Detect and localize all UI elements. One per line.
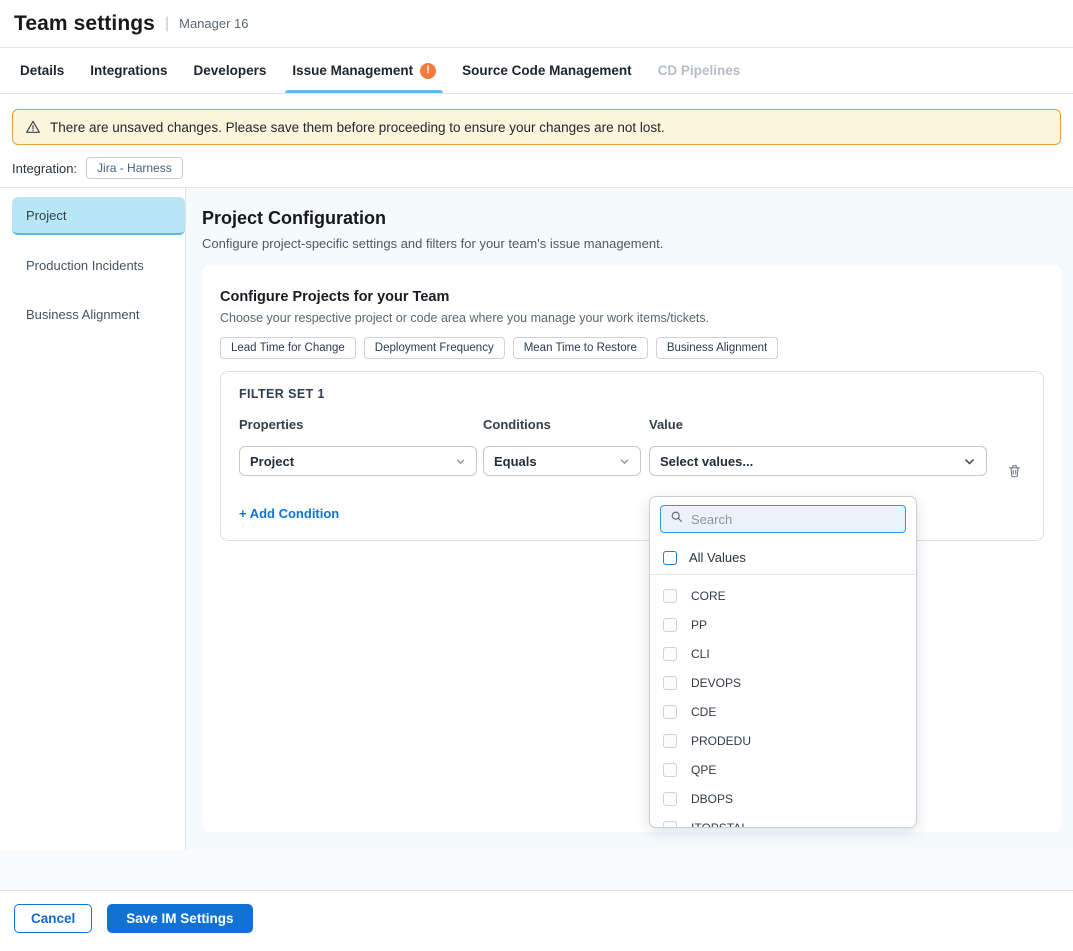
value-multiselect[interactable]: Select values...	[649, 446, 987, 476]
tab-source-code-management[interactable]: Source Code Management	[462, 48, 632, 93]
properties-column-label: Properties	[239, 417, 477, 432]
delete-filter-button[interactable]	[1005, 461, 1024, 484]
conditions-column-label: Conditions	[483, 417, 641, 432]
tab-issue-management[interactable]: Issue Management !	[292, 48, 436, 93]
value-column-label: Value	[649, 417, 987, 432]
option-checkbox[interactable]	[663, 676, 677, 690]
option-cde[interactable]: CDE	[650, 697, 916, 726]
settings-tabbar: Details Integrations Developers Issue Ma…	[0, 48, 1073, 94]
tab-developers[interactable]: Developers	[194, 48, 267, 93]
option-dbops[interactable]: DBOPS	[650, 784, 916, 813]
unsaved-changes-banner: There are unsaved changes. Please save t…	[12, 109, 1061, 145]
integration-label: Integration:	[12, 161, 77, 176]
sidebar-item-business-alignment[interactable]: Business Alignment	[12, 295, 185, 333]
tab-details[interactable]: Details	[20, 48, 64, 93]
page-header: Team settings | Manager 16	[0, 0, 1073, 48]
unsaved-changes-badge-icon: !	[420, 63, 436, 79]
team-name-label: Manager 16	[179, 16, 248, 31]
option-checkbox[interactable]	[663, 821, 677, 829]
search-input[interactable]	[691, 512, 896, 527]
integration-chip[interactable]: Jira - Harness	[86, 157, 183, 179]
settings-sidebar: Project Production Incidents Business Al…	[0, 188, 186, 850]
option-checkbox[interactable]	[663, 792, 677, 806]
tab-integrations[interactable]: Integrations	[90, 48, 167, 93]
chip-lead-time-for-change[interactable]: Lead Time for Change	[220, 337, 356, 359]
option-checkbox[interactable]	[663, 734, 677, 748]
properties-select[interactable]: Project	[239, 446, 477, 476]
search-icon	[670, 510, 683, 528]
banner-text: There are unsaved changes. Please save t…	[50, 120, 665, 135]
save-im-settings-button[interactable]: Save IM Settings	[107, 904, 252, 933]
option-checkbox[interactable]	[663, 647, 677, 661]
main-panel: Project Configuration Configure project-…	[186, 188, 1073, 850]
all-values-option[interactable]: All Values	[650, 541, 916, 575]
value-dropdown-panel: All Values CORE PP CLI DEVOPS CDE PRODED…	[649, 496, 917, 828]
filter-row: Properties Project Conditions Equals	[239, 417, 1025, 484]
metric-chip-row: Lead Time for Change Deployment Frequenc…	[220, 337, 1044, 359]
conditions-select[interactable]: Equals	[483, 446, 641, 476]
option-cli[interactable]: CLI	[650, 639, 916, 668]
section-title: Project Configuration	[202, 208, 1062, 229]
page-title: Team settings	[14, 12, 155, 36]
footer-actions: Cancel Save IM Settings	[0, 890, 1073, 949]
section-subtitle: Configure project-specific settings and …	[202, 236, 1062, 251]
footer-gap	[0, 850, 1073, 890]
title-separator: |	[165, 15, 169, 33]
trash-icon	[1007, 463, 1022, 482]
add-condition-button[interactable]: + Add Condition	[239, 506, 339, 521]
chip-business-alignment[interactable]: Business Alignment	[656, 337, 778, 359]
option-qpe[interactable]: QPE	[650, 755, 916, 784]
card-subtitle: Choose your respective project or code a…	[220, 311, 1044, 325]
sidebar-item-project[interactable]: Project	[12, 197, 185, 235]
content-area: Project Production Incidents Business Al…	[0, 187, 1073, 850]
cancel-button[interactable]: Cancel	[14, 904, 92, 933]
all-values-checkbox[interactable]	[663, 551, 677, 565]
option-devops[interactable]: DEVOPS	[650, 668, 916, 697]
option-checkbox[interactable]	[663, 589, 677, 603]
banner-container: There are unsaved changes. Please save t…	[0, 94, 1073, 145]
dropdown-search[interactable]	[660, 505, 906, 533]
option-checkbox[interactable]	[663, 763, 677, 777]
card-title: Configure Projects for your Team	[220, 289, 1044, 305]
warning-icon	[25, 119, 41, 135]
option-itopstai[interactable]: ITOPSTAI	[650, 813, 916, 828]
dropdown-option-list: CORE PP CLI DEVOPS CDE PRODEDU QPE DBOPS…	[650, 575, 916, 828]
chip-deployment-frequency[interactable]: Deployment Frequency	[364, 337, 505, 359]
option-prodedu[interactable]: PRODEDU	[650, 726, 916, 755]
option-pp[interactable]: PP	[650, 610, 916, 639]
tab-cd-pipelines: CD Pipelines	[658, 48, 741, 93]
configure-projects-card: Configure Projects for your Team Choose …	[202, 265, 1062, 832]
filter-set-title: FILTER SET 1	[239, 387, 1025, 401]
option-checkbox[interactable]	[663, 618, 677, 632]
chevron-down-icon	[455, 456, 466, 467]
option-checkbox[interactable]	[663, 705, 677, 719]
chip-mean-time-to-restore[interactable]: Mean Time to Restore	[513, 337, 648, 359]
chevron-down-icon	[963, 455, 976, 468]
integration-row: Integration: Jira - Harness	[0, 145, 1073, 187]
option-core[interactable]: CORE	[650, 581, 916, 610]
filter-set-1: FILTER SET 1 Properties Project Conditio…	[220, 371, 1044, 541]
sidebar-item-production-incidents[interactable]: Production Incidents	[12, 246, 185, 284]
chevron-down-icon	[619, 456, 630, 467]
